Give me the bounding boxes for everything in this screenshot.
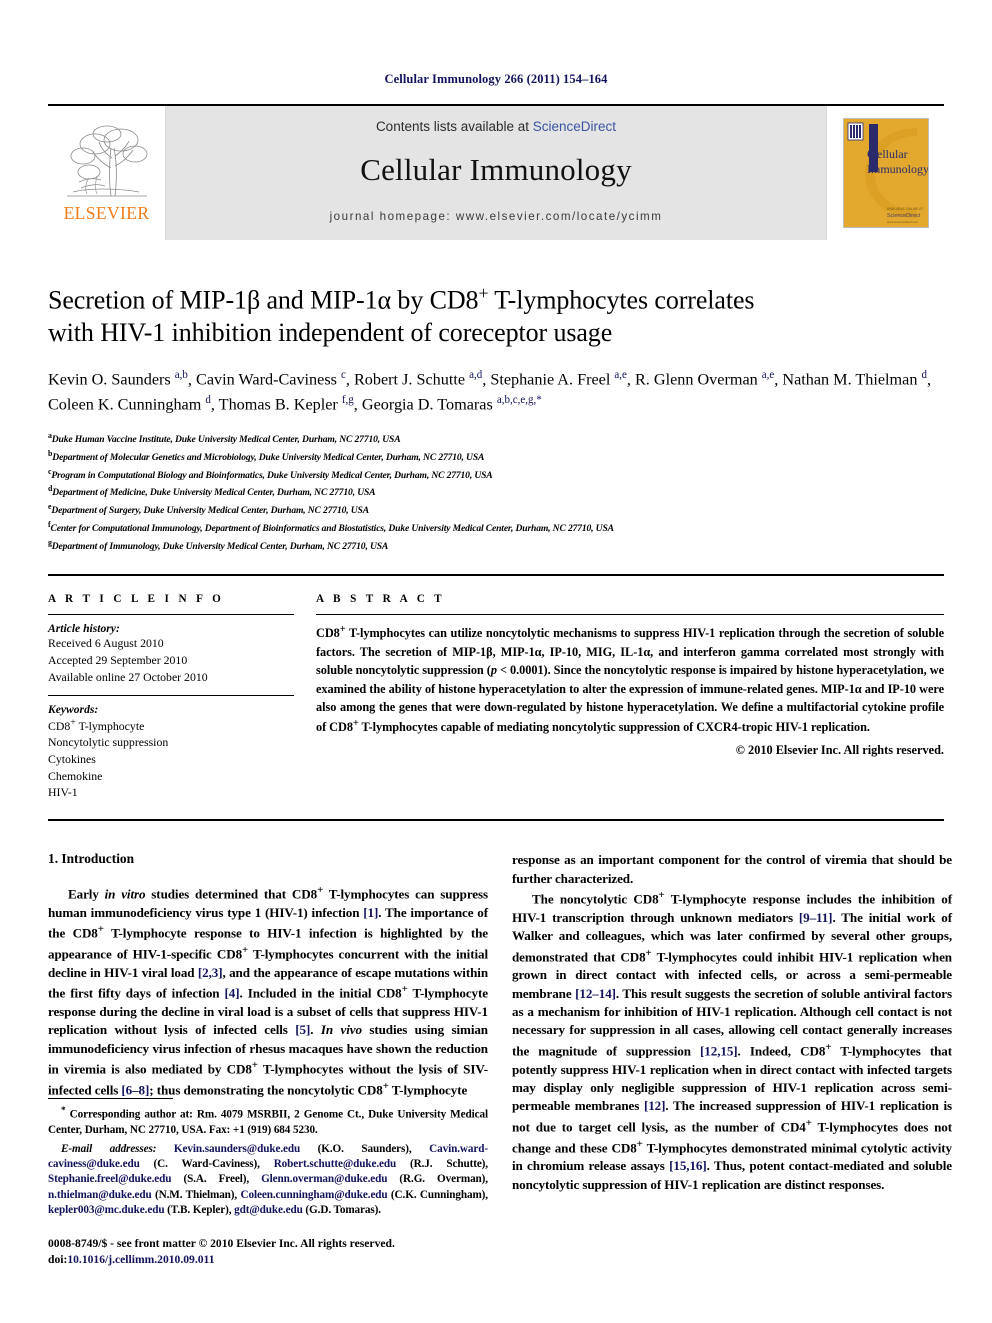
affiliation-a: aDuke Human Vaccine Institute, Duke Univ…: [48, 431, 401, 446]
right-column-paragraphs: response as an important component for t…: [512, 851, 952, 1194]
contents-prefix: Contents lists available at: [375, 119, 533, 134]
journal-homepage-link[interactable]: journal homepage: www.elsevier.com/locat…: [330, 210, 663, 223]
elsevier-wordmark: ELSEVIER: [63, 203, 150, 223]
cover-image-icon: C ellular Immunology AVAILABLE ONLINE AT…: [842, 118, 929, 228]
body-top-rule: [48, 819, 944, 822]
correspondence-footnote: * Corresponding author at: Rm. 4079 MSRB…: [48, 1098, 488, 1218]
article-history-item: Accepted 29 September 2010: [48, 653, 188, 668]
svg-text:AVAILABLE ONLINE AT: AVAILABLE ONLINE AT: [887, 207, 923, 211]
keywords-label: Keywords:: [48, 702, 99, 716]
article-info-heading: A R T I C L E I N F O: [48, 593, 225, 606]
journal-banner: Contents lists available at ScienceDirec…: [166, 106, 826, 240]
affiliation-e: eDepartment of Surgery, Duke University …: [48, 502, 369, 517]
body-column-gap: [488, 851, 512, 1194]
doi-prefix: doi:: [48, 1253, 68, 1267]
elsevier-logo: ELSEVIER: [48, 106, 166, 240]
keyword-item: Chemokine: [48, 768, 103, 783]
article-history-item: Received 6 August 2010: [48, 636, 164, 651]
doi-link[interactable]: 10.1016/j.cellimm.2010.09.011: [67, 1253, 214, 1266]
abstract-heading: A B S T R A C T: [316, 593, 446, 606]
running-head: Cellular Immunology 266 (2011) 154–164: [384, 72, 608, 86]
svg-text:Immunology: Immunology: [867, 162, 929, 176]
keyword-item: Noncytolytic suppression: [48, 735, 169, 750]
title-line-1-rest: T-lymphocytes correlates: [488, 285, 755, 315]
title-line-1-sup: +: [478, 283, 489, 303]
section-heading-introduction: 1. Introduction: [48, 851, 135, 867]
journal-article-page: Cellular Immunology 266 (2011) 154–164 E…: [0, 0, 992, 1323]
email-addresses-note: E-mail addresses: Kevin.saunders@duke.ed…: [48, 1142, 489, 1217]
keyword-item: HIV-1: [48, 785, 78, 800]
title-line-1: Secretion of MIP-1β and MIP-1α by CD8+ T…: [48, 282, 944, 317]
body-paragraph: Early in vitro studies determined that C…: [48, 884, 489, 1098]
column-gap: [294, 593, 316, 801]
keywords-rule: [48, 694, 294, 696]
abstract-copyright: © 2010 Elsevier Inc. All rights reserved…: [735, 742, 944, 757]
svg-text:www.sciencedirect.com: www.sciencedirect.com: [887, 220, 919, 224]
sciencedirect-link[interactable]: ScienceDirect: [533, 119, 616, 134]
journal-cover-thumbnail: C ellular Immunology AVAILABLE ONLINE AT…: [826, 106, 944, 240]
affiliation-f: fCenter for Computational Immunology, De…: [48, 519, 614, 535]
abstract-column: A B S T R A C T CD8+ T-lymphocytes can u…: [316, 593, 944, 801]
title-line-2: with HIV-1 inhibition independent of cor…: [48, 318, 613, 348]
affiliation-d: dDepartment of Medicine, Duke University…: [48, 484, 376, 499]
title-line-1-main: Secretion of MIP-1β and MIP-1α by CD8: [48, 285, 479, 315]
corresponding-author-note: * Corresponding author at: Rm. 4079 MSRB…: [48, 1106, 488, 1137]
journal-title: Cellular Immunology: [360, 152, 632, 187]
page-title: Secretion of MIP-1β and MIP-1α by CD8+ T…: [48, 282, 944, 350]
elsevier-tree-icon: [58, 122, 155, 202]
issn-footer: 0008-8749/$ - see front matter © 2010 El…: [48, 1236, 518, 1269]
affiliation-b: bDepartment of Molecular Genetics and Mi…: [48, 448, 485, 464]
left-column-paragraphs: Early in vitro studies determined that C…: [48, 883, 488, 1099]
body-column-right: response as an important component for t…: [512, 851, 952, 1194]
info-abstract-region: A R T I C L E I N F O Article history: R…: [48, 593, 944, 801]
body-paragraph: response as an important component for t…: [512, 852, 952, 886]
svg-text:ellular: ellular: [877, 147, 908, 161]
keyword-list: CD8+ T-lymphocyte Noncytolytic suppressio…: [48, 716, 294, 802]
doi-line: doi:10.1016/j.cellimm.2010.09.011: [48, 1252, 518, 1268]
article-history-label: Article history:: [48, 622, 120, 636]
body-paragraph: The noncytolytic CD8+ T-lymphocyte respo…: [512, 888, 953, 1192]
affiliation-list: aDuke Human Vaccine Institute, Duke Univ…: [48, 430, 944, 554]
article-history-item: Available online 27 October 2010: [48, 669, 208, 684]
issn-line: 0008-8749/$ - see front matter © 2010 El…: [48, 1237, 395, 1250]
article-info-rule: [48, 614, 294, 616]
article-info-column: A R T I C L E I N F O Article history: R…: [48, 593, 294, 801]
affiliation-g: gDepartment of Immunology, Duke Universi…: [48, 537, 389, 552]
affiliation-c: cProgram in Computational Biology and Bi…: [48, 466, 493, 481]
info-top-rule: [48, 574, 944, 577]
contents-available-line: Contents lists available at ScienceDirec…: [376, 119, 616, 134]
author-list: Kevin O. Saunders a,b, Cavin Ward-Cavine…: [48, 369, 932, 414]
abstract-rule: [316, 614, 944, 616]
journal-masthead: ELSEVIER Contents lists available at Sci…: [48, 106, 944, 240]
footnote-separator-rule: [48, 1098, 173, 1099]
svg-text:ScienceDirect: ScienceDirect: [887, 213, 921, 219]
abstract-body: CD8+ T-lymphocytes can utilize noncytoly…: [316, 624, 945, 735]
keyword-item: Cytokines: [48, 751, 96, 766]
article-history-lines: Received 6 August 2010 Accepted 29 Septem…: [48, 635, 294, 685]
keyword-item: CD8+ T-lymphocyte: [48, 716, 145, 733]
